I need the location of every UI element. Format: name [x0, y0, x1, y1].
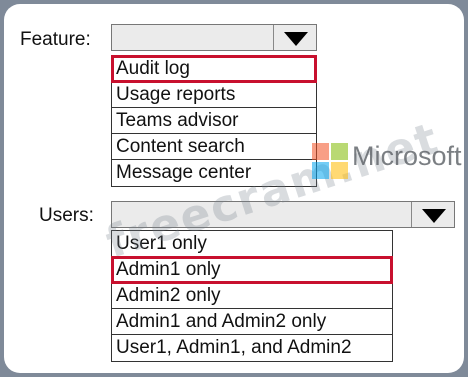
- users-option-admin2-only[interactable]: Admin2 only: [112, 283, 392, 309]
- chevron-down-icon: [422, 209, 446, 223]
- users-option-admin1-only[interactable]: Admin1 only: [111, 256, 393, 284]
- feature-dropdown-arrow[interactable]: [273, 25, 316, 50]
- chevron-down-icon: [284, 32, 308, 46]
- feature-option-audit-log[interactable]: Audit log: [111, 55, 317, 83]
- feature-option-message-center[interactable]: Message center: [112, 160, 316, 186]
- users-label: Users:: [39, 205, 94, 226]
- feature-option-usage-reports[interactable]: Usage reports: [112, 82, 316, 108]
- users-option-user1-admin1-admin2[interactable]: User1, Admin1, and Admin2: [112, 335, 392, 361]
- users-option-admin1-and-admin2-only[interactable]: Admin1 and Admin2 only: [112, 309, 392, 335]
- users-dropdown[interactable]: [111, 201, 455, 228]
- feature-dropdown[interactable]: [111, 24, 317, 51]
- feature-options-list: Audit log Usage reports Teams advisor Co…: [111, 55, 317, 187]
- feature-option-teams-advisor[interactable]: Teams advisor: [112, 108, 316, 134]
- feature-option-content-search[interactable]: Content search: [112, 134, 316, 160]
- users-options-list: User1 only Admin1 only Admin2 only Admin…: [111, 230, 393, 362]
- users-option-user1-only[interactable]: User1 only: [112, 231, 392, 257]
- users-dropdown-arrow[interactable]: [411, 202, 454, 227]
- feature-label: Feature:: [20, 29, 91, 50]
